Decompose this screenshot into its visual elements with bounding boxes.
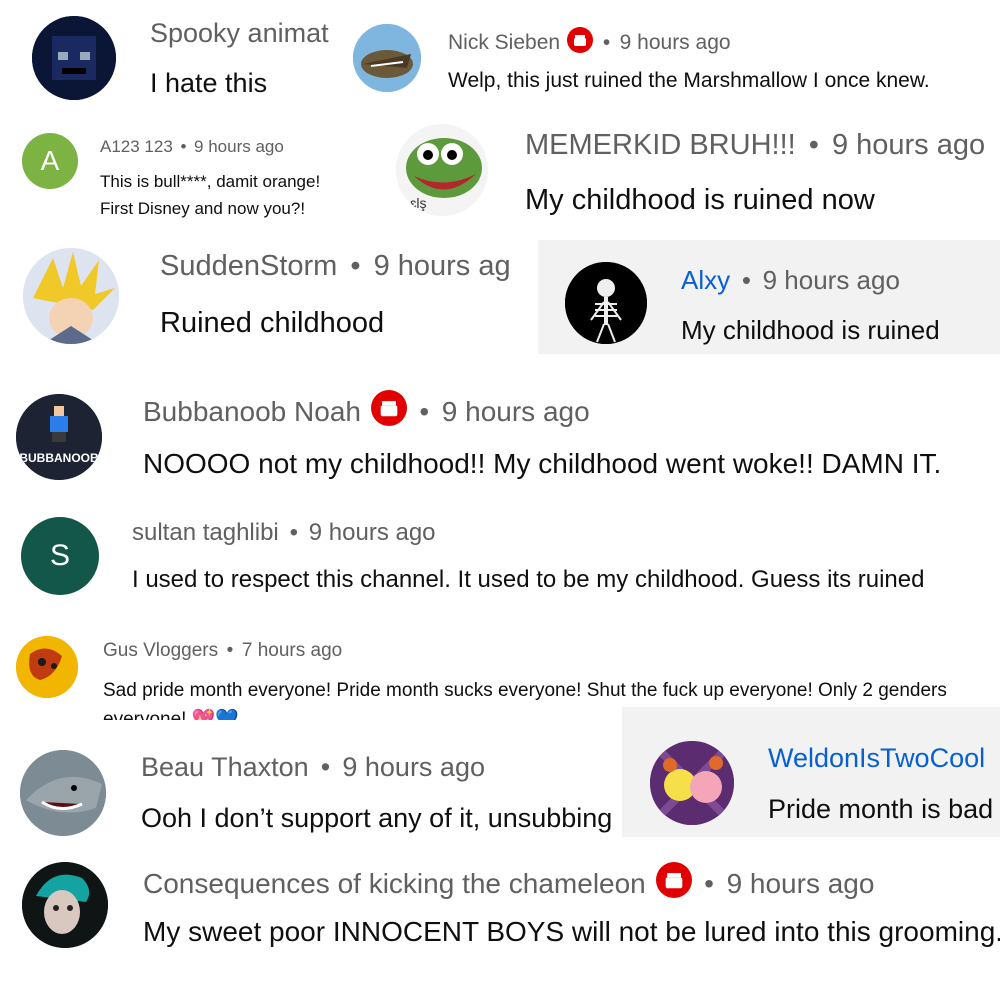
avatar[interactable] (23, 248, 119, 344)
comment-meta: sultan taghlibi • 9 hours ago (132, 519, 436, 547)
avatar[interactable] (353, 24, 421, 92)
author-name[interactable]: Spooky animat (150, 18, 329, 49)
gift-badge-icon (655, 862, 692, 905)
comment-meta: Gus Vloggers • 7 hours ago (103, 640, 342, 662)
avatar[interactable] (565, 262, 647, 344)
author-name[interactable]: WeldonIsTwoCool (768, 743, 985, 774)
comment-text: My childhood is ruined now (525, 184, 875, 216)
separator-dot: • (741, 265, 751, 295)
comment-meta: Beau Thaxton • 9 hours ago (141, 752, 485, 783)
timestamp: 9 hours ago (726, 867, 875, 899)
gift-badge-icon (370, 390, 407, 433)
author-name[interactable]: Consequences of kicking the chameleon (143, 868, 646, 900)
gift-badge-icon (567, 27, 594, 59)
comment-text: Ooh I don’t support any of it, unsubbing (141, 803, 613, 833)
separator-dot: • (808, 129, 819, 161)
avatar[interactable]: ɛlş (396, 124, 488, 216)
comment-sultan: S sultan taghlibi • 9 hours ago I used t… (0, 505, 1000, 615)
avatar[interactable] (32, 16, 116, 100)
author-name[interactable]: Beau Thaxton (141, 752, 309, 783)
separator-dot: • (320, 752, 331, 782)
author-name[interactable]: sultan taghlibi (132, 519, 279, 547)
avatar[interactable] (22, 862, 108, 948)
author-name[interactable]: MEMERKID BRUH!!! (525, 129, 796, 162)
comment-meta: MEMERKID BRUH!!! • 9 hours ago (525, 129, 985, 162)
avatar[interactable] (16, 636, 78, 698)
person-photo-icon (22, 862, 108, 948)
author-name[interactable]: Nick Sieben (448, 31, 560, 55)
comment-meta: WeldonIsTwoCool (768, 743, 985, 774)
timestamp: 9 hours ago (441, 395, 590, 427)
frog-meme-icon: ɛlş (396, 124, 488, 216)
comment-text: Pride month is bad (768, 794, 994, 824)
separator-dot: • (350, 250, 361, 282)
anime-character-icon (23, 248, 119, 344)
timestamp: 9 hours ago (762, 265, 900, 295)
comment-weldonistwocool: WeldonIsTwoCool Pride month is bad (622, 707, 1000, 837)
comment-alxy: Alxy • 9 hours ago My childhood is ruine… (538, 240, 1000, 354)
cartoon-characters-icon (650, 741, 734, 825)
author-name[interactable]: Alxy (681, 265, 730, 296)
avatar[interactable] (20, 750, 106, 836)
comment-text: NOOOO not my childhood!! My childhood we… (143, 448, 942, 479)
author-name[interactable]: Gus Vloggers (103, 640, 218, 662)
comment-text: Ruined childhood (160, 307, 385, 339)
comment-memerkid: ɛlş MEMERKID BRUH!!! • 9 hours ago My ch… (380, 112, 1000, 232)
comment-meta: SuddenStorm • 9 hours ag (160, 250, 511, 283)
separator-dot: • (180, 137, 187, 156)
author-name[interactable]: SuddenStorm (160, 250, 337, 283)
avatar[interactable]: BUBBANOOB (16, 394, 102, 480)
comment-meta: Alxy • 9 hours ago (681, 265, 900, 296)
dinosaur-icon (353, 24, 421, 92)
abstract-art-icon (16, 636, 78, 698)
shark-icon (20, 750, 106, 836)
timestamp: 9 hours ag (373, 250, 511, 282)
timestamp: 9 hours ago (342, 752, 485, 782)
comment-meta: Consequences of kicking the chameleon • … (143, 862, 874, 905)
avatar[interactable]: S (21, 517, 99, 595)
separator-dot: • (602, 31, 611, 54)
timestamp: 9 hours ago (619, 31, 731, 54)
comment-text-line-2: First Disney and now you?! (100, 199, 306, 218)
avatar-letter: S (49, 539, 70, 572)
comment-text-line-1: This is bull****, damit orange! (100, 172, 321, 191)
comment-text: I used to respect this channel. It used … (132, 566, 925, 593)
comment-suddenstorm: SuddenStorm • 9 hours ag Ruined childhoo… (0, 236, 538, 354)
avatar[interactable] (650, 741, 734, 825)
channel-logo-icon: BUBBANOOB (16, 394, 102, 480)
comment-nick-sieben: Nick Sieben • 9 hours ago Welp, this jus… (345, 0, 1000, 112)
author-name[interactable]: Bubbanoob Noah (143, 396, 361, 428)
avatar[interactable]: A (22, 133, 78, 189)
comment-text: My sweet poor INNOCENT BOYS will not be … (143, 916, 1000, 947)
timestamp: 7 hours ago (241, 640, 343, 661)
svg-text:ɛlş: ɛlş (410, 195, 427, 211)
comment-text: I hate this (150, 68, 268, 98)
comment-bubbanoob: BUBBANOOB Bubbanoob Noah • 9 hours ago N… (0, 378, 1000, 490)
skeleton-icon (565, 262, 647, 344)
comment-spooky-animat: Spooky animat I hate this (0, 0, 345, 112)
timestamp: 9 hours ago (831, 129, 986, 161)
pixel-character-icon (32, 16, 116, 100)
comment-meta: Bubbanoob Noah • 9 hours ago (143, 390, 590, 433)
separator-dot: • (226, 640, 234, 661)
comment-meta: A123 123 • 9 hours ago (100, 137, 284, 157)
comment-meta: Nick Sieben • 9 hours ago (448, 27, 731, 59)
comment-meta: Spooky animat (150, 18, 329, 49)
separator-dot: • (704, 867, 714, 899)
comment-a123: A A123 123 • 9 hours ago This is bull***… (0, 112, 380, 232)
avatar-letter: A (40, 145, 60, 176)
comment-beau-thaxton: Beau Thaxton • 9 hours ago Ooh I don’t s… (0, 736, 622, 846)
timestamp: 9 hours ago (194, 137, 284, 156)
comment-text: Welp, this just ruined the Marshmallow I… (448, 69, 930, 92)
separator-dot: • (419, 395, 430, 427)
comment-text: My childhood is ruined (681, 315, 940, 345)
comment-consequences: Consequences of kicking the chameleon • … (0, 848, 1000, 968)
separator-dot: • (289, 519, 298, 546)
author-name[interactable]: A123 123 (100, 137, 173, 157)
avatar-text: BUBBANOOB (19, 451, 99, 465)
timestamp: 9 hours ago (308, 519, 436, 546)
